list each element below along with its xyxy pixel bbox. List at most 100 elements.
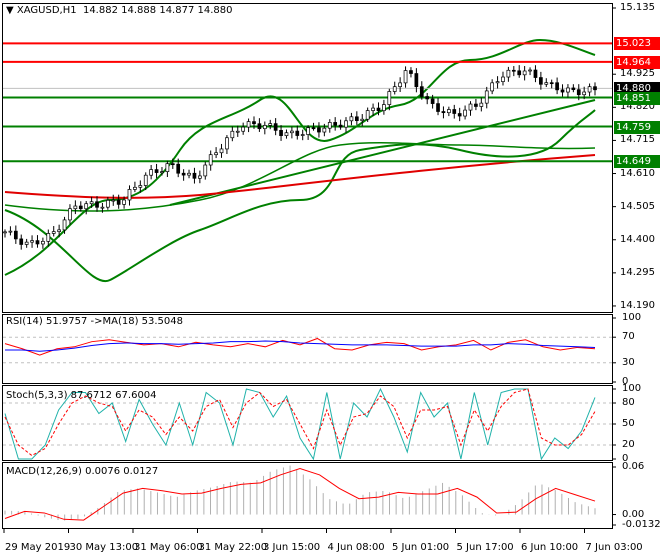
candle-body	[447, 109, 451, 114]
candle-body	[517, 70, 522, 76]
candle-body	[127, 189, 132, 201]
close-value: 14.880	[197, 5, 233, 16]
rsi-axis-label: 30	[622, 356, 635, 368]
candle-body	[122, 199, 126, 205]
candle-body	[382, 104, 386, 112]
candle-body	[549, 82, 554, 85]
candle-body	[376, 107, 381, 112]
candle-body	[317, 127, 321, 133]
low-value: 14.877	[159, 5, 195, 16]
candle-body	[51, 231, 56, 234]
candle-body	[333, 122, 338, 126]
candle-body	[30, 240, 34, 243]
candle-body	[484, 90, 489, 104]
candle-body	[463, 109, 467, 117]
candle-body	[78, 205, 83, 210]
price-tick-label: 14.400	[620, 233, 655, 245]
candle-body	[419, 86, 424, 97]
rsi-line	[4, 337, 596, 356]
candle-body	[252, 121, 256, 125]
candle-body	[62, 219, 67, 231]
candle-body	[13, 230, 18, 240]
candle-body	[41, 240, 45, 245]
candle-body	[495, 81, 500, 84]
candle-body	[154, 169, 159, 173]
candle-body	[133, 186, 137, 190]
candle-body	[262, 125, 267, 130]
price-tick-label: 14.190	[620, 299, 655, 311]
candle-body	[338, 124, 343, 128]
rsi-axis-label: 100	[622, 312, 642, 323]
candle-body	[555, 82, 559, 91]
open-value: 14.882	[82, 5, 118, 16]
candle-body	[490, 82, 495, 92]
candle-body	[365, 110, 370, 120]
candle-body	[441, 111, 446, 114]
stoch-axis-label: 100	[622, 383, 642, 394]
candle-body	[181, 172, 186, 176]
candle-body	[111, 199, 116, 202]
price-tick-label: 14.295	[620, 266, 655, 278]
candle-body	[544, 82, 549, 85]
candle-body	[89, 201, 94, 205]
price-level-tag: 14.964	[614, 55, 660, 69]
candle-body	[468, 103, 473, 111]
candle-body	[176, 163, 181, 174]
candle-body	[192, 172, 197, 179]
candle-body	[371, 107, 375, 111]
price-tick-label: 14.610	[620, 167, 655, 179]
time-axis-label: 5 Jun 17:00	[456, 542, 514, 553]
candle-body	[587, 86, 592, 93]
candle-body	[533, 69, 538, 78]
candle-body	[105, 199, 110, 208]
time-axis-label: 5 Jun 01:00	[392, 542, 450, 553]
stoch-axis-label: 20	[622, 439, 635, 450]
candle-body	[273, 123, 278, 131]
price-tick-label: 15.135	[620, 2, 655, 13]
candle-body	[398, 82, 402, 88]
stoch-axis-label: 50	[622, 418, 635, 429]
time-axis-label: 7 Jun 03:00	[585, 542, 643, 553]
candle-body	[414, 73, 419, 88]
candle-body	[306, 127, 310, 135]
high-value: 14.888	[121, 5, 157, 16]
candle-body	[143, 174, 148, 186]
time-axis-label: 30 May 13:00	[69, 542, 139, 553]
candle-body	[100, 206, 105, 209]
candle-body	[344, 120, 348, 128]
symbol-label: XAGUSD,H1	[16, 5, 77, 16]
time-axis-label: 31 May 22:00	[198, 542, 268, 553]
candle-body	[246, 121, 251, 128]
candle-body	[284, 132, 289, 136]
candle-body	[457, 113, 462, 117]
candle-body	[560, 89, 565, 93]
candle-body	[68, 208, 72, 221]
candle-body	[295, 130, 300, 136]
candle-body	[522, 70, 527, 76]
collapse-triangle-icon[interactable]: ▼	[6, 5, 14, 16]
candle-body	[360, 118, 365, 121]
candle-body	[576, 89, 581, 96]
candle-body	[35, 240, 40, 245]
candle-body	[203, 164, 208, 177]
candle-body	[198, 175, 202, 179]
candle-body	[474, 103, 478, 107]
price-level-tag: 14.759	[614, 120, 660, 134]
candle-body	[511, 69, 516, 72]
candle-body	[300, 134, 305, 136]
candle-body	[290, 130, 294, 134]
candle-body	[214, 152, 218, 156]
candle-body	[327, 122, 332, 129]
time-axis-label: 3 Jun 15:00	[263, 542, 321, 553]
candle-body	[230, 130, 235, 139]
candle-body	[225, 137, 229, 150]
candle-body	[46, 233, 51, 242]
candle-body	[392, 86, 397, 92]
candle-body	[409, 70, 413, 74]
stoch-axis-label: 80	[622, 397, 635, 408]
candle-body	[8, 230, 13, 233]
chart-header: ▼ XAGUSD,H1 14.882 14.888 14.877 14.880	[6, 5, 233, 16]
trading-chart-window: ▼ XAGUSD,H1 14.882 14.888 14.877 14.880 …	[0, 0, 660, 560]
price-level-tag: 15.023	[614, 37, 660, 51]
price-level-tag: 14.649	[614, 155, 660, 169]
